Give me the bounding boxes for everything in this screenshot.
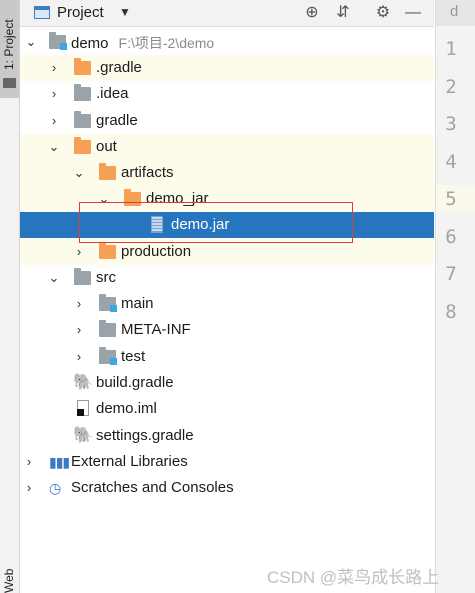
- tree-item-label: Scratches and Consoles: [71, 479, 234, 496]
- tree-row-gradle[interactable]: › gradle: [20, 108, 434, 134]
- chevron-right-icon[interactable]: ›: [73, 317, 85, 343]
- tree-item-label: build.gradle: [96, 374, 174, 391]
- chevron-right-icon[interactable]: ›: [73, 291, 85, 317]
- tree-item-label: production: [121, 243, 192, 260]
- tree-row-idea[interactable]: › .idea: [20, 81, 434, 107]
- locate-icon[interactable]: ⊕: [302, 3, 322, 23]
- tree-row-settings-gradle[interactable]: 🐘 settings.gradle: [20, 423, 434, 449]
- tree-row-demo-iml[interactable]: demo.iml: [20, 396, 434, 422]
- tree-row-gradle-dir[interactable]: › .gradle: [20, 55, 434, 81]
- panel-title[interactable]: Project: [57, 4, 104, 21]
- chevron-right-icon[interactable]: ›: [48, 108, 60, 134]
- tree-row-scratches[interactable]: › ◷ Scratches and Consoles: [20, 475, 434, 501]
- line-number: 4: [445, 151, 457, 173]
- editor-gutter: d 1 2 3 4 5 6 7 8: [435, 0, 475, 593]
- settings-icon[interactable]: ⚙: [373, 3, 393, 23]
- folder-icon: [74, 84, 91, 101]
- watermark: CSDN @菜鸟成长路上: [267, 568, 440, 587]
- module-path: F:\项目-2\demo: [118, 35, 215, 51]
- folder-icon: [74, 111, 91, 128]
- tree-item-label: demo.iml: [96, 400, 157, 417]
- chevron-right-icon[interactable]: ›: [73, 344, 85, 370]
- tree-item-label: src: [96, 269, 116, 286]
- tree-row-external-libraries[interactable]: › ▮▮▮ External Libraries: [20, 449, 434, 475]
- editor-tab[interactable]: d: [436, 0, 475, 26]
- line-number: 7: [445, 263, 457, 285]
- folder-icon: [74, 137, 91, 154]
- tree-item-label: gradle: [96, 112, 138, 129]
- folder-icon: [99, 163, 116, 180]
- folder-icon: [3, 78, 16, 88]
- chevron-down-icon[interactable]: ⌄: [48, 134, 60, 160]
- chevron-right-icon[interactable]: ›: [23, 449, 35, 475]
- tree-row-build-gradle[interactable]: 🐘 build.gradle: [20, 370, 434, 396]
- tree-item-label: External Libraries: [71, 453, 188, 470]
- annotation-box: [79, 202, 353, 243]
- chevron-right-icon[interactable]: ›: [48, 55, 60, 81]
- folder-icon: [99, 242, 116, 259]
- tree-row-demo[interactable]: ⌄ demo F:\项目-2\demo: [20, 29, 434, 55]
- line-number: 8: [445, 301, 457, 323]
- folder-icon: [99, 320, 116, 337]
- hide-icon[interactable]: —: [403, 3, 423, 23]
- libraries-icon: ▮▮▮: [49, 454, 70, 470]
- tree-row-artifacts[interactable]: ⌄ artifacts: [20, 160, 434, 186]
- gradle-icon: 🐘: [73, 374, 93, 391]
- tree-item-label: META-INF: [121, 321, 191, 338]
- tree-item-label: .gradle: [96, 59, 142, 76]
- editor-tab-label: d: [450, 3, 459, 20]
- tree-item-label: artifacts: [121, 164, 174, 181]
- folder-icon: [74, 268, 91, 285]
- chevron-right-icon[interactable]: ›: [23, 475, 35, 501]
- tree-row-test[interactable]: › test: [20, 344, 434, 370]
- tool-window-strip: 1: Project Web: [0, 0, 20, 593]
- scratches-icon: ◷: [49, 480, 62, 496]
- source-folder-icon: [99, 294, 117, 312]
- line-number: 1: [445, 38, 457, 60]
- tree-item-label: main: [121, 295, 154, 312]
- line-number: 2: [445, 76, 457, 98]
- tree-row-meta-inf[interactable]: › META-INF: [20, 317, 434, 343]
- chevron-down-icon[interactable]: ⌄: [73, 160, 85, 186]
- tree-item-label: out: [96, 138, 117, 155]
- iml-file-icon: [77, 400, 89, 416]
- chevron-down-icon[interactable]: ⌄: [25, 29, 37, 55]
- folder-icon: [74, 58, 91, 75]
- chevron-right-icon[interactable]: ›: [48, 81, 60, 107]
- line-number: 3: [445, 113, 457, 135]
- collapse-icon[interactable]: ⇵: [333, 3, 353, 23]
- tree-row-src[interactable]: ⌄ src: [20, 265, 434, 291]
- project-panel-header: Project ▼ ⊕ ⇵ ⚙ —: [20, 0, 434, 27]
- line-number: 5: [445, 188, 457, 210]
- test-folder-icon: [99, 347, 117, 365]
- tree-item-label: demo: [71, 35, 109, 52]
- tree-row-out[interactable]: ⌄ out: [20, 134, 434, 160]
- project-tab-label: 1: Project: [2, 19, 16, 70]
- tree-item-label: test: [121, 348, 146, 365]
- project-view-icon: [34, 6, 50, 19]
- tree-row-main[interactable]: › main: [20, 291, 434, 317]
- gradle-icon: 🐘: [73, 427, 93, 444]
- tree-item-label: .idea: [96, 85, 129, 102]
- chevron-down-icon[interactable]: ⌄: [48, 265, 60, 291]
- chevron-down-icon[interactable]: ▼: [119, 5, 131, 19]
- web-tab-label[interactable]: Web: [2, 569, 16, 593]
- module-folder-icon: [49, 32, 67, 50]
- line-number: 6: [445, 226, 457, 248]
- tree-item-label: settings.gradle: [96, 427, 194, 444]
